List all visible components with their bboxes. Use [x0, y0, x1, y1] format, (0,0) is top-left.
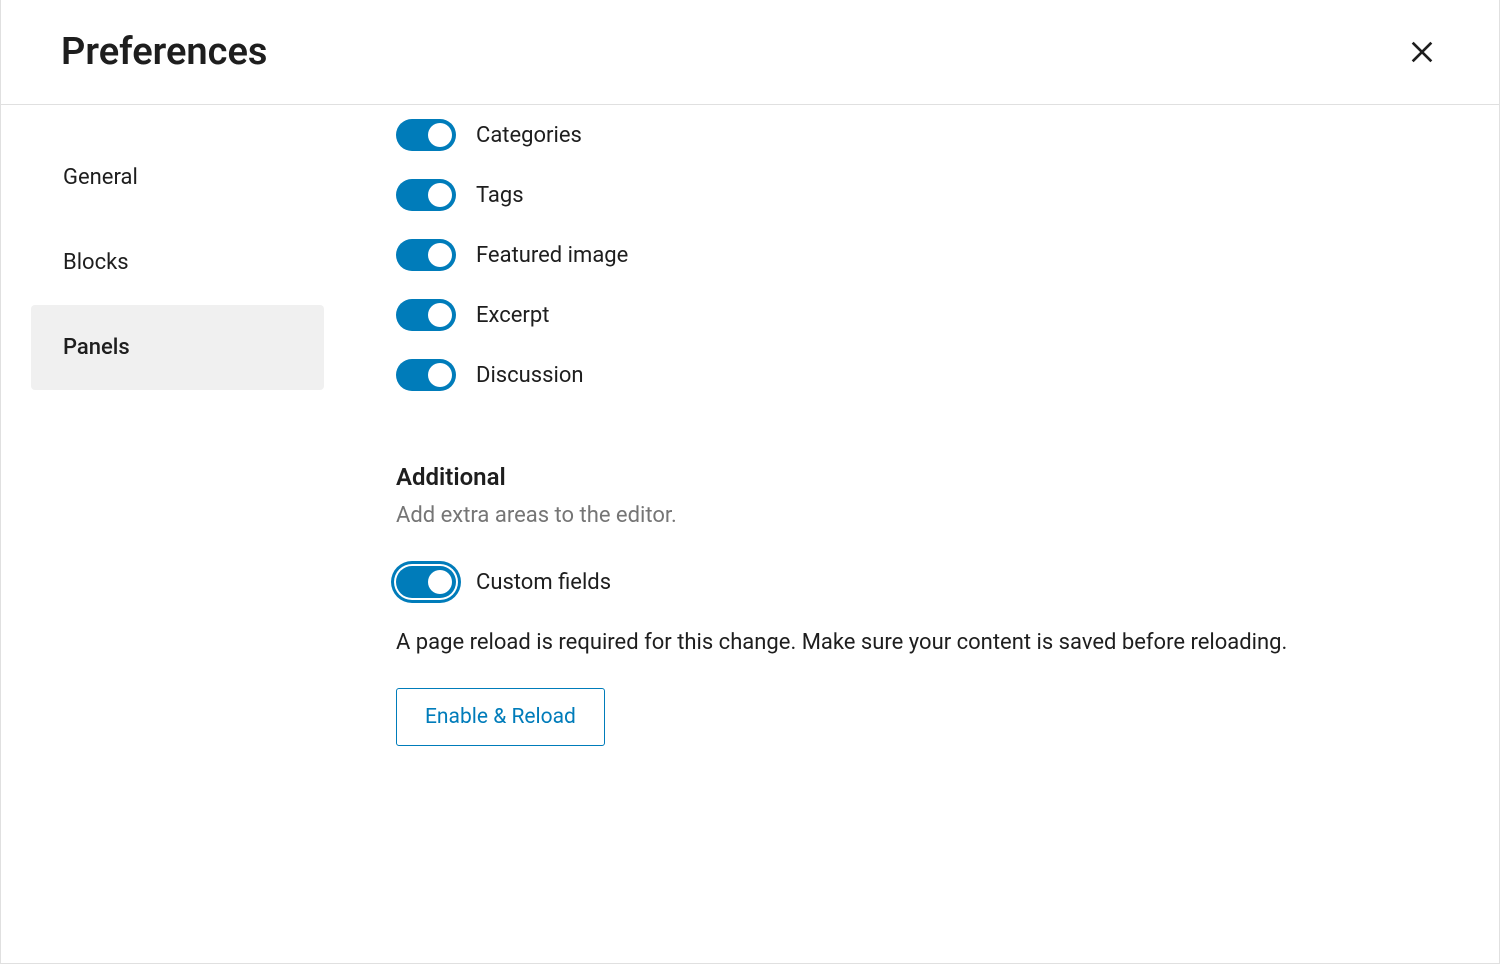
content-area: Categories Tags Featured image Excerpt D…	[356, 105, 1499, 963]
toggle-row-custom-fields: Custom fields	[396, 552, 1439, 612]
modal-body: General Blocks Panels Categories Tags Fe…	[1, 105, 1499, 963]
sidebar: General Blocks Panels	[1, 105, 356, 963]
close-icon	[1406, 36, 1438, 68]
sidebar-item-blocks[interactable]: Blocks	[31, 220, 324, 305]
toggle-custom-fields[interactable]	[396, 566, 456, 598]
sidebar-item-label: Blocks	[63, 250, 129, 275]
toggle-discussion[interactable]	[396, 359, 456, 391]
toggle-label: Categories	[476, 123, 582, 148]
toggle-featured-image[interactable]	[396, 239, 456, 271]
section-title-additional: Additional	[396, 463, 1439, 491]
toggle-row-categories: Categories	[396, 105, 1439, 165]
toggle-row-tags: Tags	[396, 165, 1439, 225]
toggle-excerpt[interactable]	[396, 299, 456, 331]
sidebar-item-general[interactable]: General	[31, 135, 324, 220]
toggle-label: Tags	[476, 183, 524, 208]
enable-reload-button[interactable]: Enable & Reload	[396, 688, 605, 746]
toggle-label: Custom fields	[476, 570, 611, 595]
toggle-row-discussion: Discussion	[396, 345, 1439, 405]
modal-header: Preferences	[1, 0, 1499, 105]
toggle-row-featured-image: Featured image	[396, 225, 1439, 285]
toggle-row-excerpt: Excerpt	[396, 285, 1439, 345]
preferences-modal: Preferences General Blocks Panels Catego…	[0, 0, 1500, 964]
sidebar-item-panels[interactable]: Panels	[31, 305, 324, 390]
toggle-label: Excerpt	[476, 303, 549, 328]
toggle-label: Featured image	[476, 243, 628, 268]
section-description: Add extra areas to the editor.	[396, 503, 1439, 528]
modal-title: Preferences	[61, 30, 267, 74]
sidebar-item-label: General	[63, 165, 138, 190]
toggle-tags[interactable]	[396, 179, 456, 211]
sidebar-item-label: Panels	[63, 335, 130, 360]
close-button[interactable]	[1400, 30, 1444, 74]
reload-help-text: A page reload is required for this chang…	[396, 626, 1439, 660]
toggle-label: Discussion	[476, 363, 584, 388]
toggle-categories[interactable]	[396, 119, 456, 151]
